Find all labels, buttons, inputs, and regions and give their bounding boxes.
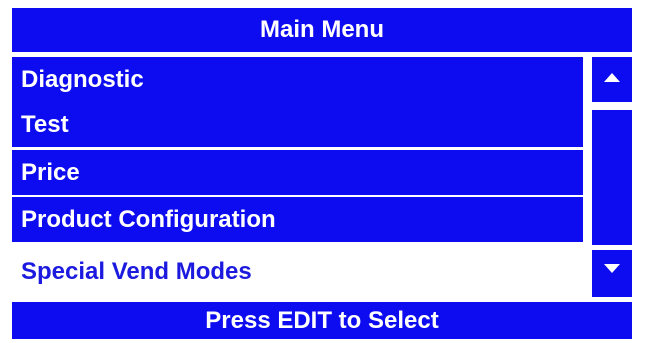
menu-item-special-vend-modes[interactable]: Special Vend Modes <box>12 249 583 294</box>
menu-item-price[interactable]: Price <box>12 150 583 195</box>
triangle-down-icon <box>604 264 620 273</box>
triangle-up-icon <box>604 73 620 82</box>
scroll-down-button[interactable] <box>592 250 632 297</box>
scrollbar-track[interactable] <box>592 110 632 245</box>
scroll-up-button[interactable] <box>592 57 632 102</box>
menu-item-test[interactable]: Test <box>12 102 583 147</box>
menu-item-diagnostic[interactable]: Diagnostic <box>12 57 583 102</box>
page-title: Main Menu <box>12 8 632 52</box>
footer-hint: Press EDIT to Select <box>12 302 632 339</box>
menu-item-product-configuration[interactable]: Product Configuration <box>12 197 583 242</box>
